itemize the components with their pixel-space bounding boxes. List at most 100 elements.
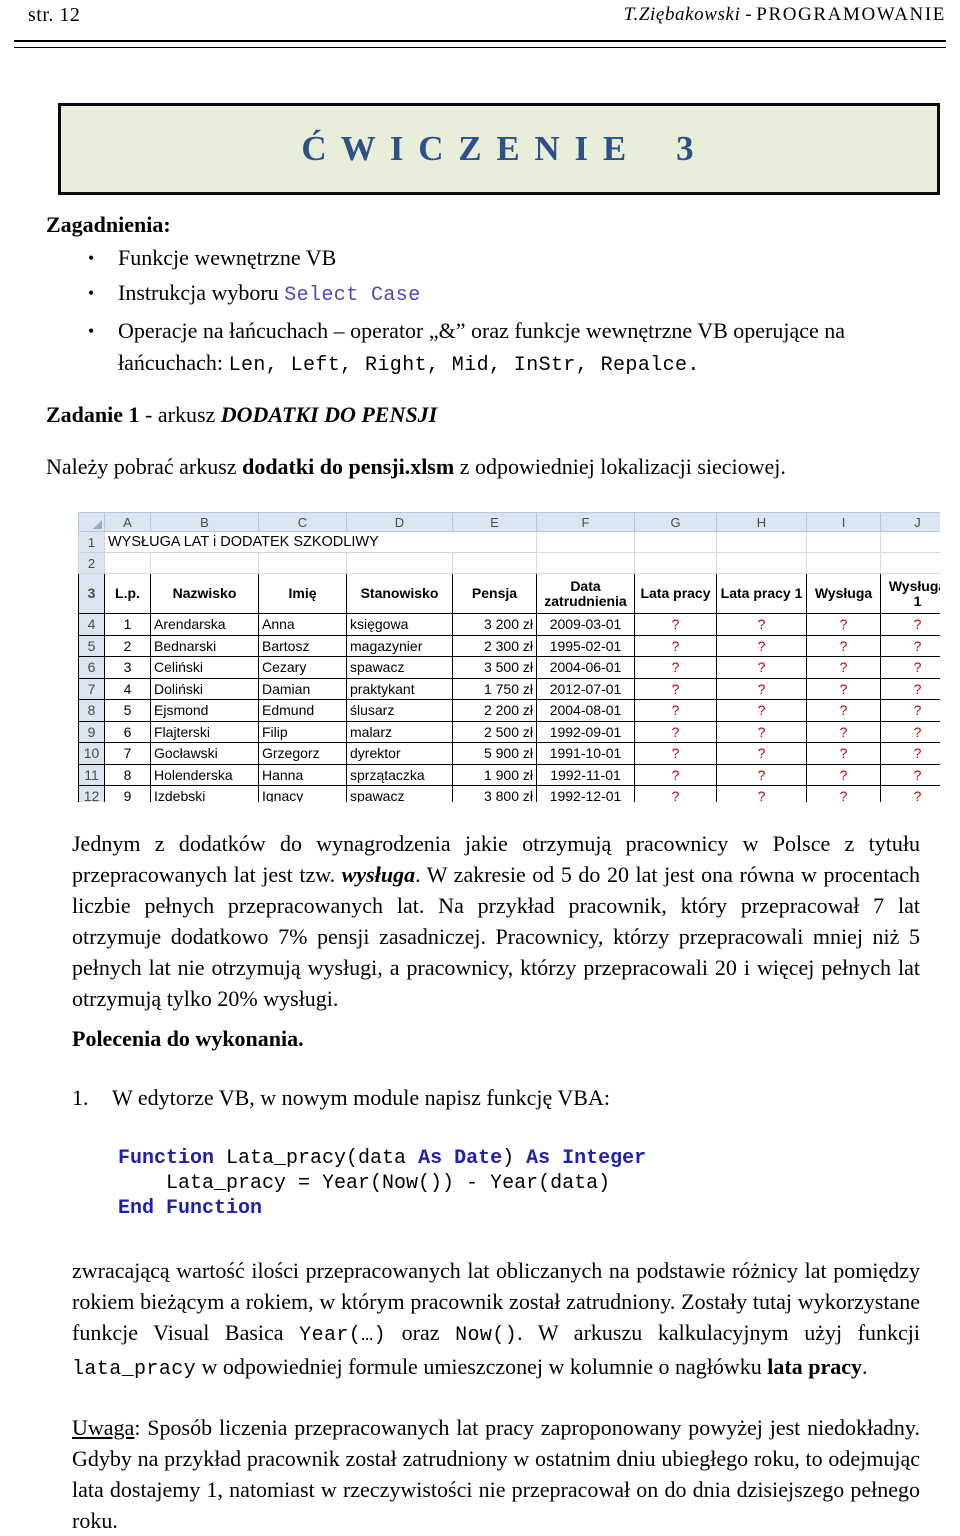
cell-imie[interactable]: Grzegorz bbox=[258, 742, 347, 765]
cell-stanowisko[interactable]: sprzątaczka bbox=[346, 763, 453, 786]
cell-pensja[interactable]: 3 800 zł bbox=[452, 785, 537, 802]
table-header-lata-pracy-1[interactable]: Lata pracy 1 bbox=[716, 573, 807, 614]
cell-wysluga-1[interactable]: ? bbox=[880, 720, 940, 743]
cell-D2[interactable] bbox=[346, 552, 453, 574]
cell-lata-pracy-1[interactable]: ? bbox=[716, 699, 807, 722]
column-header-G[interactable]: G bbox=[634, 512, 717, 532]
cell-lata-pracy-1[interactable]: ? bbox=[716, 720, 807, 743]
cell-lata-pracy[interactable]: ? bbox=[634, 656, 717, 679]
cell-nazwisko[interactable]: Celiński bbox=[150, 656, 259, 679]
cell-stanowisko[interactable]: dyrektor bbox=[346, 742, 453, 765]
column-header-J[interactable]: J bbox=[880, 512, 940, 532]
cell-imie[interactable]: Edmund bbox=[258, 699, 347, 722]
cell-lata-pracy[interactable]: ? bbox=[634, 613, 717, 636]
cell-wysluga-1[interactable]: ? bbox=[880, 613, 940, 636]
cell-nazwisko[interactable]: Bednarski bbox=[150, 634, 259, 657]
cell-data[interactable]: 2004-06-01 bbox=[536, 656, 635, 679]
cell-C2[interactable] bbox=[258, 552, 347, 574]
cell-pensja[interactable]: 2 300 zł bbox=[452, 634, 537, 657]
cell-H2[interactable] bbox=[716, 552, 807, 574]
cell-imie[interactable]: Bartosz bbox=[258, 634, 347, 657]
cell-lata-pracy[interactable]: ? bbox=[634, 699, 717, 722]
cell-lp[interactable]: 2 bbox=[104, 634, 151, 657]
cell-wysluga-1[interactable]: ? bbox=[880, 785, 940, 802]
cell-nazwisko[interactable]: Gocławski bbox=[150, 742, 259, 765]
cell-lp[interactable]: 5 bbox=[104, 699, 151, 722]
cell-wysluga-1[interactable]: ? bbox=[880, 656, 940, 679]
cell-stanowisko[interactable]: spawacz bbox=[346, 785, 453, 802]
cell-nazwisko[interactable]: Doliński bbox=[150, 677, 259, 700]
column-header-F[interactable]: F bbox=[536, 512, 635, 532]
cell-data[interactable]: 2004-08-01 bbox=[536, 699, 635, 722]
cell-wysluga[interactable]: ? bbox=[806, 699, 881, 722]
row-header-10[interactable]: 10 bbox=[78, 742, 105, 765]
row-header-12[interactable]: 12 bbox=[78, 785, 105, 802]
cell-lata-pracy-1[interactable]: ? bbox=[716, 742, 807, 765]
column-header-D[interactable]: D bbox=[346, 512, 453, 532]
cell-data[interactable]: 1991-10-01 bbox=[536, 742, 635, 765]
cell-stanowisko[interactable]: malarz bbox=[346, 720, 453, 743]
cell-nazwisko[interactable]: Arendarska bbox=[150, 613, 259, 636]
cell-lp[interactable]: 6 bbox=[104, 720, 151, 743]
table-header-pensja[interactable]: Pensja bbox=[452, 573, 537, 614]
row-header-8[interactable]: 8 bbox=[78, 699, 105, 722]
cell-wysluga[interactable]: ? bbox=[806, 720, 881, 743]
cell-lp[interactable]: 3 bbox=[104, 656, 151, 679]
cell-wysluga[interactable]: ? bbox=[806, 656, 881, 679]
cell-data[interactable]: 2012-07-01 bbox=[536, 677, 635, 700]
cell-pensja[interactable]: 5 900 zł bbox=[452, 742, 537, 765]
cell-data[interactable]: 1992-12-01 bbox=[536, 785, 635, 802]
row-header-2[interactable]: 2 bbox=[78, 552, 105, 574]
cell-imie[interactable]: Hanna bbox=[258, 763, 347, 786]
cell-lata-pracy[interactable]: ? bbox=[634, 742, 717, 765]
column-header-I[interactable]: I bbox=[806, 512, 881, 532]
cell-wysluga[interactable]: ? bbox=[806, 742, 881, 765]
cell-H1[interactable] bbox=[716, 531, 807, 553]
cell-lata-pracy-1[interactable]: ? bbox=[716, 785, 807, 802]
cell-lp[interactable]: 9 bbox=[104, 785, 151, 802]
table-header-wysluga[interactable]: Wysługa bbox=[806, 573, 881, 614]
cell-J1[interactable] bbox=[880, 531, 940, 553]
cell-wysluga[interactable]: ? bbox=[806, 634, 881, 657]
row-header-4[interactable]: 4 bbox=[78, 613, 105, 636]
cell-stanowisko[interactable]: księgowa bbox=[346, 613, 453, 636]
cell-pensja[interactable]: 2 500 zł bbox=[452, 720, 537, 743]
column-header-B[interactable]: B bbox=[150, 512, 259, 532]
cell-pensja[interactable]: 1 900 zł bbox=[452, 763, 537, 786]
column-header-E[interactable]: E bbox=[452, 512, 537, 532]
cell-pensja[interactable]: 3 500 zł bbox=[452, 656, 537, 679]
cell-wysluga-1[interactable]: ? bbox=[880, 763, 940, 786]
cell-I2[interactable] bbox=[806, 552, 881, 574]
cell-B2[interactable] bbox=[150, 552, 259, 574]
cell-F2[interactable] bbox=[536, 552, 635, 574]
row-header-3[interactable]: 3 bbox=[78, 573, 105, 614]
cell-wysluga[interactable]: ? bbox=[806, 785, 881, 802]
cell-imie[interactable]: Ignacy bbox=[258, 785, 347, 802]
cell-E2[interactable] bbox=[452, 552, 537, 574]
cell-data[interactable]: 1992-11-01 bbox=[536, 763, 635, 786]
table-header-lata-pracy[interactable]: Lata pracy bbox=[634, 573, 717, 614]
cell-lata-pracy-1[interactable]: ? bbox=[716, 763, 807, 786]
cell-lata-pracy[interactable]: ? bbox=[634, 720, 717, 743]
cell-pensja[interactable]: 2 200 zł bbox=[452, 699, 537, 722]
cell-nazwisko[interactable]: Izdebski bbox=[150, 785, 259, 802]
sheet-title-cell[interactable]: WYSŁUGA LAT i DODATEK SZKODLIWY bbox=[104, 531, 537, 553]
cell-pensja[interactable]: 3 200 zł bbox=[452, 613, 537, 636]
table-header-stanowisko[interactable]: Stanowisko bbox=[346, 573, 453, 614]
cell-wysluga[interactable]: ? bbox=[806, 763, 881, 786]
cell-lata-pracy[interactable]: ? bbox=[634, 785, 717, 802]
cell-lata-pracy-1[interactable]: ? bbox=[716, 613, 807, 636]
table-header-imie[interactable]: Imię bbox=[258, 573, 347, 614]
table-header-nazwisko[interactable]: Nazwisko bbox=[150, 573, 259, 614]
select-all-corner-icon[interactable] bbox=[78, 512, 105, 532]
row-header-1[interactable]: 1 bbox=[78, 531, 105, 553]
cell-lp[interactable]: 7 bbox=[104, 742, 151, 765]
cell-imie[interactable]: Anna bbox=[258, 613, 347, 636]
cell-lata-pracy-1[interactable]: ? bbox=[716, 677, 807, 700]
column-header-H[interactable]: H bbox=[716, 512, 807, 532]
cell-lata-pracy[interactable]: ? bbox=[634, 763, 717, 786]
table-header-data-zatrudnienia[interactable]: Data zatrudnienia bbox=[536, 573, 635, 614]
cell-wysluga-1[interactable]: ? bbox=[880, 634, 940, 657]
cell-wysluga-1[interactable]: ? bbox=[880, 742, 940, 765]
cell-imie[interactable]: Filip bbox=[258, 720, 347, 743]
